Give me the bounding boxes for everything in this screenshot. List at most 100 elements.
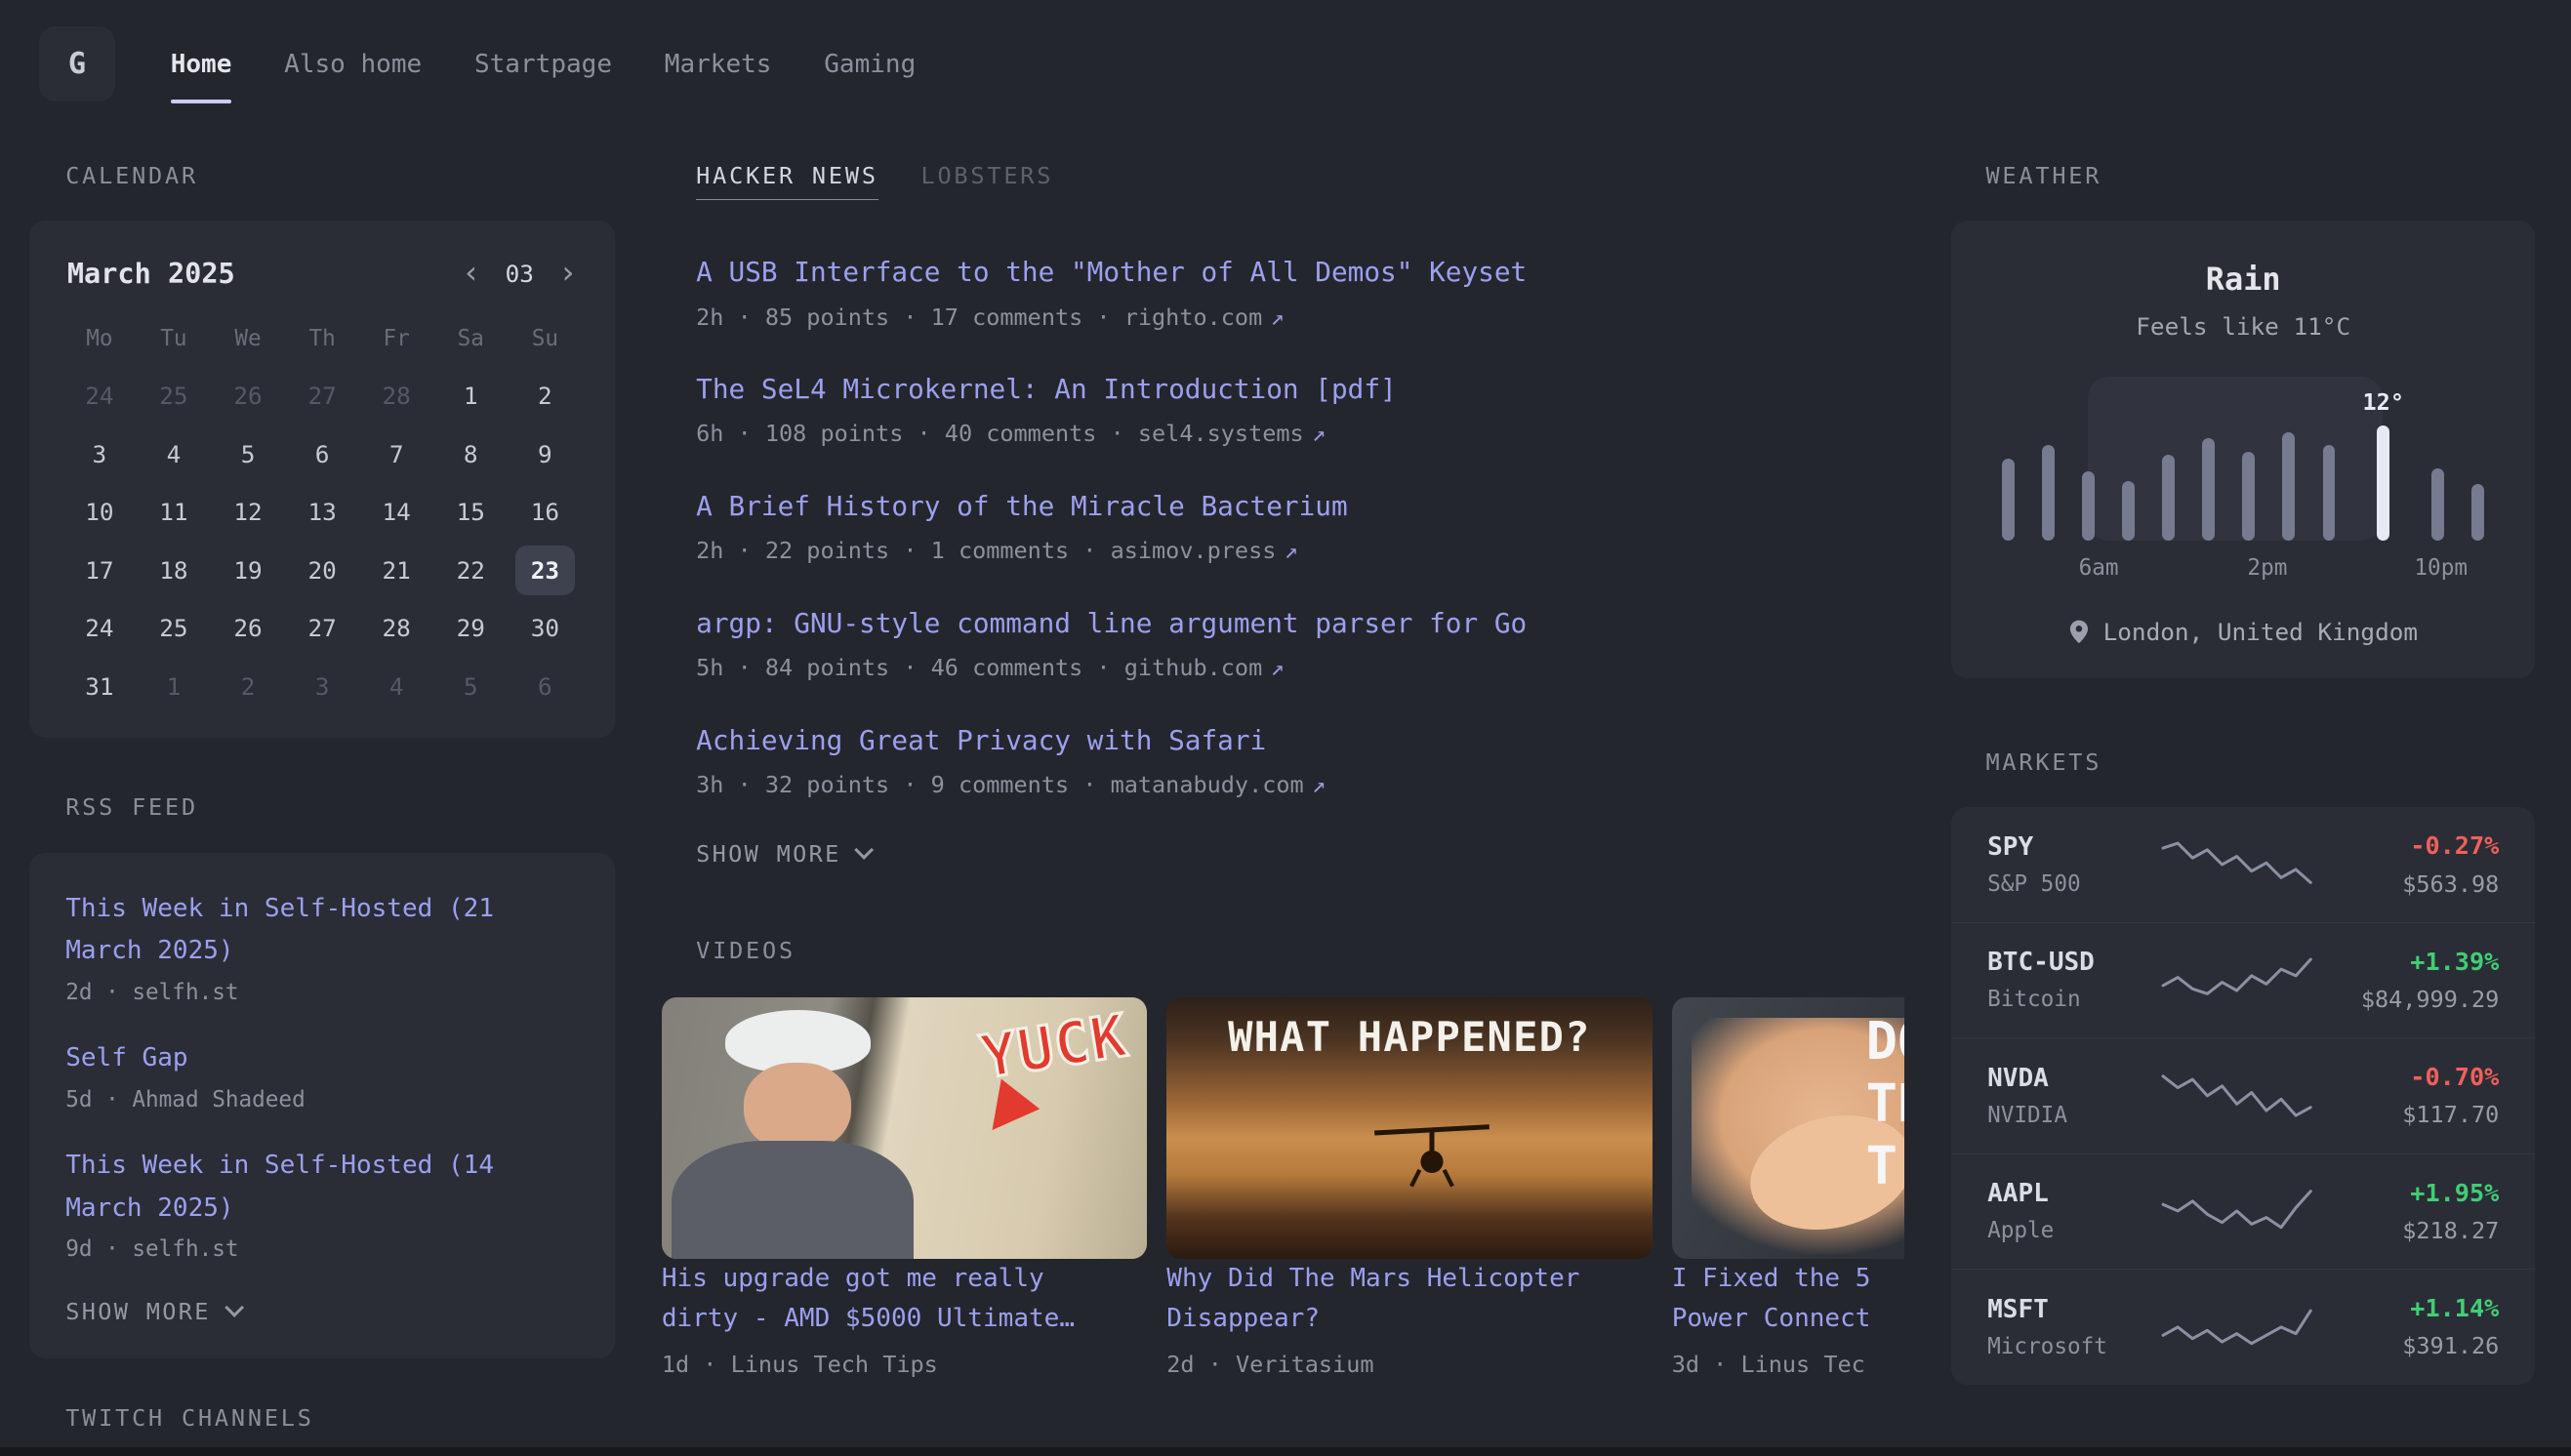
video-meta: 2d · Veritasium <box>1166 1351 1652 1378</box>
calendar-day: 1 <box>441 371 500 420</box>
calendar-weekday: Mo <box>62 326 137 351</box>
nav-tab[interactable]: Home <box>171 0 232 128</box>
news-item: argp: GNU-style command line argument pa… <box>696 607 1904 681</box>
dashboard: CALENDAR March 2025 ‹ 03 › MoTuWeThFrSaS… <box>0 128 2571 1432</box>
face-figure <box>744 1063 850 1152</box>
calendar-day: 5 <box>219 429 277 478</box>
helicopter-silhouette <box>1370 1112 1493 1194</box>
news-meta-text: 2h · 85 points · 17 comments · <box>696 303 1110 331</box>
market-row[interactable]: AAPL Apple +1.95% $218.27 <box>1951 1153 2535 1269</box>
rss-item-meta: 5d · Ahmad Shadeed <box>65 1087 579 1112</box>
nav-tab[interactable]: Gaming <box>824 0 916 128</box>
nav-tab[interactable]: Also home <box>284 0 422 128</box>
news-title-link[interactable]: The SeL4 Microkernel: An Introduction [p… <box>696 373 1904 405</box>
weather-bar <box>2122 481 2135 540</box>
rss-item-link[interactable]: This Week in Self-Hosted (21 March 2025) <box>65 888 579 973</box>
rss-item-meta: 2d · selfh.st <box>65 980 579 1005</box>
news-domain-link[interactable]: matanabudy.com <box>1111 771 1326 798</box>
calendar-day: 20 <box>293 546 351 594</box>
calendar-day: 3 <box>70 429 129 478</box>
news-source-tab[interactable]: LOBSTERS <box>920 162 1053 200</box>
news-list: A USB Interface to the "Mother of All De… <box>696 256 1904 797</box>
weather-hour-bar <box>2082 471 2095 541</box>
video-title[interactable]: Why Did The Mars Helicopter Disappear? <box>1166 1259 1652 1338</box>
show-more-label: SHOW MORE <box>696 840 841 868</box>
video-thumbnail[interactable]: DO TH T <box>1672 997 1905 1260</box>
calendar-day: 11 <box>144 488 203 537</box>
market-price: $84,999.29 <box>2315 986 2499 1013</box>
rss-item-link[interactable]: This Week in Self-Hosted (14 March 2025) <box>65 1145 579 1230</box>
weather-hour-bar <box>2242 452 2255 541</box>
weather-hour-bar <box>2431 468 2444 541</box>
calendar-weekday: Fr <box>359 326 433 351</box>
weather-hour-bar <box>2282 432 2295 541</box>
weather-hour-bar <box>2162 455 2175 540</box>
news-title-link[interactable]: Achieving Great Privacy with Safari <box>696 724 1904 756</box>
news-title-link[interactable]: argp: GNU-style command line argument pa… <box>696 607 1904 639</box>
market-change: +1.39% <box>2315 948 2499 976</box>
market-symbol: BTC-USD <box>1987 948 2158 977</box>
news-domain-link[interactable]: asimov.press <box>1111 537 1298 564</box>
twitch-heading: TWITCH CHANNELS <box>65 1404 615 1432</box>
nav-tab[interactable]: Markets <box>665 0 772 128</box>
calendar-weekday-row: MoTuWeThFrSaSu <box>62 326 583 351</box>
market-name: Microsoft <box>1987 1334 2158 1359</box>
calendar-prev-button[interactable]: ‹ <box>462 258 480 289</box>
video-title[interactable]: I Fixed the 5 Power Connect <box>1672 1259 1905 1338</box>
weather-bar <box>2002 459 2015 541</box>
calendar-day: 28 <box>367 604 426 653</box>
calendar-day: 24 <box>70 604 129 653</box>
rss-show-more-button[interactable]: SHOW MORE <box>65 1298 579 1325</box>
red-arrow-icon <box>973 1078 1040 1145</box>
market-row[interactable]: BTC-USD Bitcoin +1.39% $84,999.29 <box>1951 922 2535 1037</box>
rss-list: This Week in Self-Hosted (21 March 2025)… <box>65 888 579 1263</box>
market-quote: +1.14% $391.26 <box>2315 1294 2499 1359</box>
video-thumbnail[interactable]: YUCK <box>662 997 1147 1260</box>
weather-bar <box>2242 452 2255 541</box>
market-row[interactable]: MSFT Microsoft +1.14% $391.26 <box>1951 1269 2535 1384</box>
calendar-weekday: We <box>211 326 285 351</box>
market-identity: SPY S&P 500 <box>1987 832 2158 897</box>
market-row[interactable]: SPY S&P 500 -0.27% $563.98 <box>1951 807 2535 921</box>
nav-tab[interactable]: Startpage <box>474 0 612 128</box>
calendar-day: 27 <box>293 371 351 420</box>
weather-heading: WEATHER <box>1985 162 2535 189</box>
rss-item-link[interactable]: Self Gap <box>65 1037 579 1080</box>
calendar-next-button[interactable]: › <box>558 258 577 289</box>
news-item: Achieving Great Privacy with Safari 3h ·… <box>696 724 1904 798</box>
market-price: $117.70 <box>2315 1101 2499 1128</box>
news-domain-link[interactable]: righto.com <box>1124 303 1285 331</box>
weather-bar <box>2471 484 2484 540</box>
calendar-day: 14 <box>367 488 426 537</box>
news-show-more-button[interactable]: SHOW MORE <box>696 840 1904 868</box>
weather-hour-bar <box>2323 445 2336 540</box>
news-domain-link[interactable]: sel4.systems <box>1138 420 1326 447</box>
calendar-day: 23 <box>515 546 574 594</box>
top-nav: G Home Also home Startpage Markets Gaming <box>0 0 2571 128</box>
weather-time-axis: 6am 2pm 10pm <box>2002 555 2484 585</box>
news-meta: 3h · 32 points · 9 comments · matanabudy… <box>696 771 1904 798</box>
calendar-day: 9 <box>515 429 574 478</box>
calendar-day: 25 <box>144 371 203 420</box>
market-row[interactable]: NVDA NVIDIA -0.70% $117.70 <box>1951 1037 2535 1153</box>
calendar-day: 6 <box>293 429 351 478</box>
market-symbol: SPY <box>1987 832 2158 862</box>
news-title-link[interactable]: A Brief History of the Miracle Bacterium <box>696 490 1904 522</box>
weather-condition: Rain <box>1987 261 2499 298</box>
weather-bar <box>2377 425 2389 541</box>
news-source-tab[interactable]: HACKER NEWS <box>696 162 878 200</box>
calendar-weekday: Su <box>508 326 582 351</box>
app-logo[interactable]: G <box>39 26 114 101</box>
market-sparkline <box>2158 833 2315 896</box>
calendar-day: 26 <box>219 604 277 653</box>
market-change: -0.70% <box>2315 1063 2499 1091</box>
video-thumbnail[interactable]: WHAT HAPPENED? <box>1166 997 1652 1260</box>
news-title-link[interactable]: A USB Interface to the "Mother of All De… <box>696 256 1904 288</box>
weather-hour-bar <box>2122 481 2135 540</box>
right-column: WEATHER Rain Feels like 11°C <box>1951 128 2535 1432</box>
video-card: WHAT HAPPENED? Why Did The Mars Helicopt… <box>1166 997 1652 1379</box>
video-title[interactable]: His upgrade got me really dirty - AMD $5… <box>662 1259 1147 1338</box>
weather-time-label: 10pm <box>2414 555 2468 581</box>
market-identity: BTC-USD Bitcoin <box>1987 948 2158 1012</box>
news-domain-link[interactable]: github.com <box>1124 654 1285 681</box>
